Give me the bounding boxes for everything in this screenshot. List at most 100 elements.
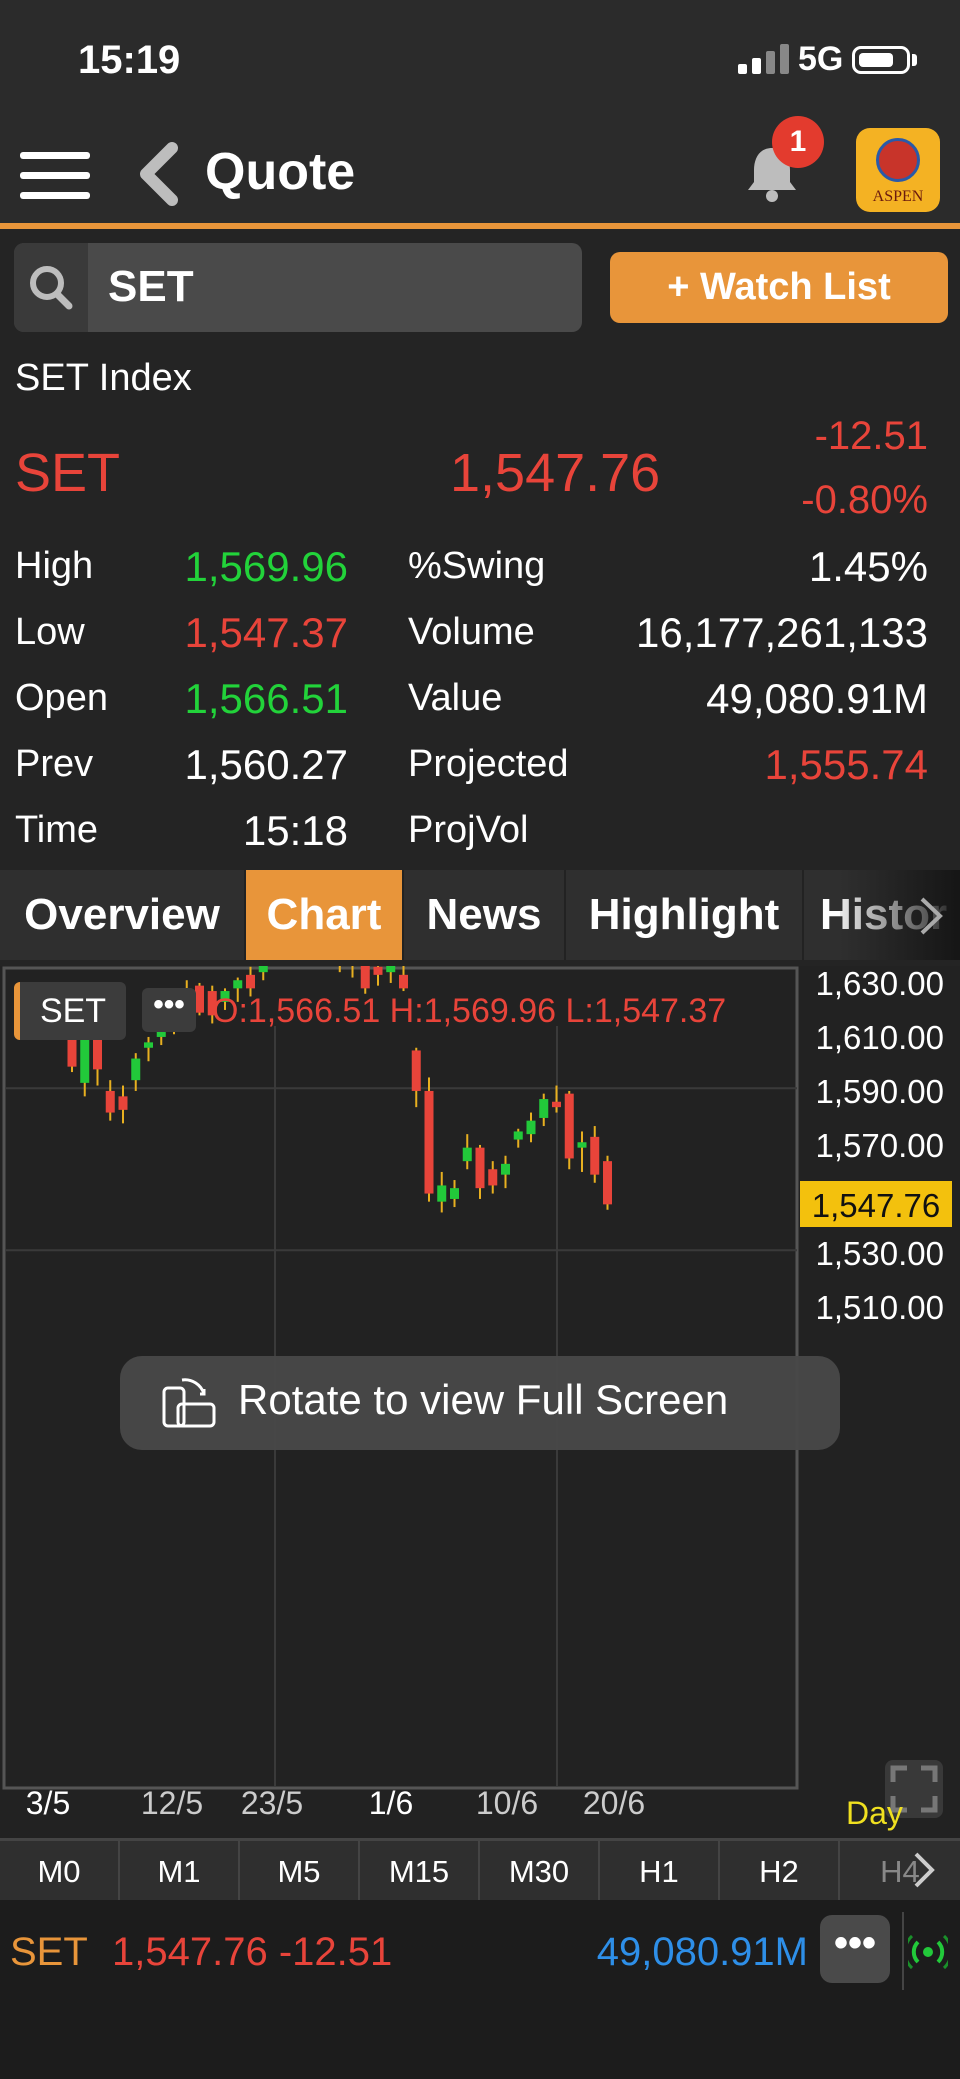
ticker-last-change: 1,547.76 -12.51 xyxy=(112,1930,393,1974)
candle xyxy=(462,1134,472,1170)
stat-value-time: 15:18 xyxy=(242,807,348,854)
candle xyxy=(501,1155,510,1189)
x-tick-label: 3/5 xyxy=(26,1785,70,1821)
candle xyxy=(488,1161,498,1194)
ticker-more-button[interactable]: ••• xyxy=(820,1915,890,1983)
candle-body xyxy=(462,1147,472,1162)
interval-m30[interactable]: M30 xyxy=(480,1841,600,1903)
candle xyxy=(475,1144,485,1199)
tab-highlight[interactable]: Highlight xyxy=(566,870,804,960)
bottom-ticker-bar xyxy=(0,1900,960,2079)
page-title: Quote xyxy=(205,143,356,201)
price-change-percent: -0.80% xyxy=(801,478,928,522)
interval-h1[interactable]: H1 xyxy=(600,1841,720,1903)
candle-body xyxy=(233,980,243,989)
interval-h4[interactable]: H4 xyxy=(840,1841,960,1903)
stat-value-value: 49,080.91M xyxy=(706,675,928,722)
chart-more-button[interactable]: ••• xyxy=(142,988,196,1032)
stat-label: Projected xyxy=(408,743,569,785)
candle xyxy=(386,966,396,983)
network-type: 5G xyxy=(798,40,844,78)
candle xyxy=(552,1085,561,1113)
add-watch-list-button[interactable]: + Watch List xyxy=(610,252,948,323)
candle xyxy=(450,1180,459,1208)
globe-icon xyxy=(876,138,920,182)
candle-body xyxy=(552,1101,561,1108)
candle-body xyxy=(437,1185,447,1202)
candle-body xyxy=(360,966,370,989)
candle-body xyxy=(488,1169,498,1186)
candle xyxy=(539,1093,549,1127)
tab-overview[interactable]: Overview xyxy=(0,870,246,960)
candle xyxy=(118,1085,128,1124)
last-price-tick-label: 1,547.76 xyxy=(812,1187,940,1224)
interval-m1[interactable]: M1 xyxy=(120,1841,240,1903)
header-divider xyxy=(0,223,960,229)
stat-value-prev: 1,560.27 xyxy=(184,741,349,788)
rotate-device-icon xyxy=(162,1378,216,1428)
candle-body xyxy=(399,974,408,989)
x-tick-label: 12/5 xyxy=(141,1785,203,1821)
candle-body xyxy=(246,974,255,989)
candle-body xyxy=(411,1050,421,1091)
stat-label: ProjVol xyxy=(408,809,529,851)
candle xyxy=(577,1131,587,1172)
candle-body xyxy=(424,1090,434,1194)
status-time: 15:19 xyxy=(78,38,181,82)
search-icon[interactable] xyxy=(14,243,88,332)
y-tick-label: 1,510.00 xyxy=(816,1289,944,1326)
notification-badge: 1 xyxy=(772,116,824,168)
connection-status-icon[interactable] xyxy=(908,1930,948,1970)
candle xyxy=(603,1155,612,1210)
interval-scroll-right-icon[interactable] xyxy=(912,1850,938,1890)
candle-body xyxy=(501,1163,510,1175)
period-label[interactable]: Day xyxy=(846,1795,903,1832)
candle xyxy=(411,1047,421,1108)
stat-value-volume: 16,177,261,133 xyxy=(636,609,928,656)
interval-h2[interactable]: H2 xyxy=(720,1841,840,1903)
stat-value-swing: 1.45% xyxy=(808,543,928,590)
candle-body xyxy=(118,1096,128,1110)
candle xyxy=(590,1126,600,1183)
y-axis: 1,710.001,690.001,670.001,650.001,630.00… xyxy=(800,966,952,1326)
aspen-logo[interactable]: ASPEN xyxy=(856,128,940,212)
candle-body xyxy=(144,1042,153,1048)
candle-body xyxy=(577,1142,587,1148)
ticker-symbol[interactable]: SET xyxy=(10,1930,88,1975)
x-tick-label: 1/6 xyxy=(369,1785,413,1821)
tab-chart[interactable]: Chart xyxy=(246,870,404,960)
stat-label: Open xyxy=(15,677,108,719)
index-name: SET Index xyxy=(15,357,192,399)
menu-icon[interactable] xyxy=(0,140,100,210)
tab-scroll-right-icon[interactable] xyxy=(918,895,944,937)
candle-body xyxy=(386,966,396,973)
interval-m5[interactable]: M5 xyxy=(240,1841,360,1903)
candle-body xyxy=(450,1188,459,1199)
ticker-value: 49,080.91M xyxy=(596,1930,808,1974)
battery-cap xyxy=(912,54,917,66)
x-tick-label: 20/6 xyxy=(583,1785,645,1821)
x-tick-label: 10/6 xyxy=(476,1785,538,1821)
chart-symbol-chip[interactable]: SET xyxy=(14,982,126,1040)
y-tick-label: 1,610.00 xyxy=(816,1019,944,1056)
stat-label: Value xyxy=(408,677,503,719)
search-box[interactable] xyxy=(14,243,582,332)
y-tick-label: 1,590.00 xyxy=(816,1073,944,1110)
stat-value-projected: 1,555.74 xyxy=(764,741,929,788)
back-chevron-icon[interactable] xyxy=(134,142,182,206)
stat-value-open: 1,566.51 xyxy=(184,675,349,722)
interval-m15[interactable]: M15 xyxy=(360,1841,480,1903)
interval-m0[interactable]: M0 xyxy=(0,1841,120,1903)
candle-body xyxy=(564,1093,574,1159)
candle xyxy=(258,966,268,981)
candle xyxy=(144,1036,153,1062)
stat-label: %Swing xyxy=(408,545,546,587)
candle xyxy=(131,1053,141,1091)
search-input[interactable]: SET xyxy=(108,262,194,312)
candle-body xyxy=(105,1090,115,1113)
ticker-divider xyxy=(902,1912,904,1990)
candle xyxy=(195,982,204,1016)
logo-text: ASPEN xyxy=(872,188,924,205)
tab-news[interactable]: News xyxy=(404,870,566,960)
candle xyxy=(513,1128,523,1148)
